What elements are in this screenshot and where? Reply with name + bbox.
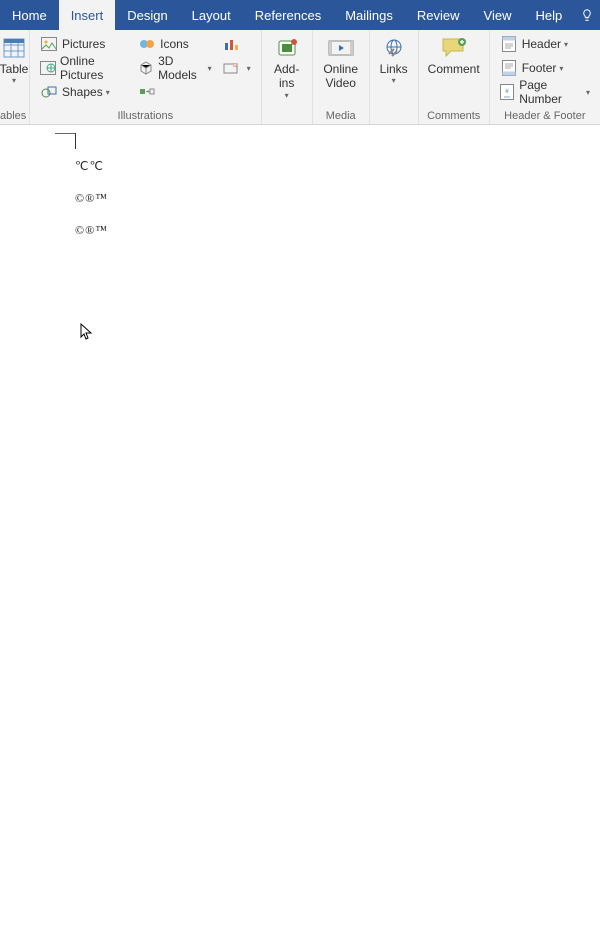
group-links-label	[375, 107, 413, 124]
document-line-1[interactable]: ℃℃	[75, 159, 104, 174]
footer-label: Footer	[522, 61, 557, 75]
ribbon: Table ▾ ables Pictures Online Pictures S…	[0, 30, 600, 125]
3d-models-button[interactable]: 3D Models ▾	[136, 57, 214, 79]
header-label: Header	[522, 37, 561, 51]
caret-icon: ▾	[12, 76, 16, 86]
shapes-label: Shapes	[62, 85, 103, 99]
screenshot-icon	[222, 59, 240, 77]
tab-mailings[interactable]: Mailings	[333, 0, 405, 30]
group-tables-label: ables	[0, 107, 24, 124]
group-tables: Table ▾ ables	[0, 30, 30, 124]
icons-icon	[138, 35, 156, 53]
online-video-label: Online Video	[323, 62, 358, 91]
pictures-button[interactable]: Pictures	[38, 33, 130, 55]
caret-icon: ▾	[586, 88, 590, 97]
page-number-icon: #	[500, 83, 516, 101]
chart-icon	[222, 35, 240, 53]
3d-models-label: 3D Models	[158, 54, 205, 82]
shapes-button[interactable]: Shapes ▾	[38, 81, 130, 103]
addins-label: Add- ins	[274, 62, 299, 91]
table-button[interactable]: Table ▾	[0, 33, 28, 89]
online-pictures-button[interactable]: Online Pictures	[38, 57, 130, 79]
group-illustrations: Pictures Online Pictures Shapes ▾ Icons	[30, 30, 262, 124]
shapes-icon	[40, 83, 58, 101]
page-number-label: Page Number	[519, 78, 583, 106]
footer-icon	[500, 59, 518, 77]
tab-references[interactable]: References	[243, 0, 333, 30]
tab-design[interactable]: Design	[115, 0, 179, 30]
header-button[interactable]: Header ▾	[498, 33, 592, 55]
tell-me-icon[interactable]	[574, 0, 600, 30]
pictures-label: Pictures	[62, 37, 105, 51]
group-media-label: Media	[318, 107, 364, 124]
group-headerfooter-label: Header & Footer	[495, 107, 595, 124]
tab-layout[interactable]: Layout	[180, 0, 243, 30]
links-label: Links	[380, 62, 408, 76]
comment-icon	[440, 36, 468, 60]
group-addins-label	[267, 107, 307, 124]
group-illustrations-label: Illustrations	[35, 107, 256, 124]
document-line-3[interactable]: ©®™	[75, 223, 108, 238]
comment-button[interactable]: Comment	[424, 33, 484, 79]
document-area[interactable]: ℃℃ ©®™ ©®™	[0, 125, 600, 500]
smartart-icon	[138, 83, 156, 101]
group-comments-label: Comments	[424, 107, 484, 124]
footer-button[interactable]: Footer ▾	[498, 57, 592, 79]
table-label: Table	[0, 62, 28, 76]
page-number-button[interactable]: # Page Number ▾	[498, 81, 592, 103]
caret-icon: ▾	[208, 64, 212, 73]
tab-view[interactable]: View	[472, 0, 524, 30]
caret-icon: ▾	[392, 76, 396, 86]
text-cursor-top	[55, 133, 75, 134]
document-page: ℃℃ ©®™ ©®™	[0, 125, 600, 925]
online-video-button[interactable]: Online Video	[318, 33, 364, 94]
caret-icon: ▾	[247, 64, 251, 73]
header-icon	[500, 35, 518, 53]
comment-label: Comment	[428, 62, 480, 76]
table-icon	[0, 36, 28, 60]
group-headerfooter: Header ▾ Footer ▾ # Page Number ▾ Header…	[490, 30, 600, 124]
caret-icon: ▾	[285, 91, 289, 101]
online-pictures-icon	[40, 59, 56, 77]
ribbon-tabbar: Home Insert Design Layout References Mai…	[0, 0, 600, 30]
chart-button[interactable]	[220, 33, 253, 55]
addins-icon	[273, 36, 301, 60]
links-button[interactable]: Links ▾	[375, 33, 413, 89]
group-comments: Comment Comments	[419, 30, 490, 124]
screenshot-button[interactable]: ▾	[220, 57, 253, 79]
tab-insert[interactable]: Insert	[59, 0, 116, 30]
pictures-icon	[40, 35, 58, 53]
caret-icon: ▾	[106, 88, 110, 97]
links-icon	[380, 36, 408, 60]
addins-button[interactable]: Add- ins ▾	[267, 33, 307, 103]
tab-home[interactable]: Home	[0, 0, 59, 30]
group-addins: Add- ins ▾	[262, 30, 313, 124]
group-links: Links ▾	[370, 30, 419, 124]
online-video-icon	[327, 36, 355, 60]
mouse-pointer-icon	[80, 323, 94, 341]
caret-icon: ▾	[564, 40, 568, 49]
icons-label: Icons	[160, 37, 189, 51]
3d-models-icon	[138, 59, 154, 77]
smartart-button[interactable]	[136, 81, 214, 103]
text-cursor	[75, 133, 76, 149]
icons-button[interactable]: Icons	[136, 33, 214, 55]
online-pictures-label: Online Pictures	[60, 54, 128, 82]
document-line-2[interactable]: ©®™	[75, 191, 108, 206]
tab-review[interactable]: Review	[405, 0, 472, 30]
caret-icon: ▾	[559, 64, 563, 73]
tab-help[interactable]: Help	[523, 0, 574, 30]
group-media: Online Video Media	[313, 30, 370, 124]
